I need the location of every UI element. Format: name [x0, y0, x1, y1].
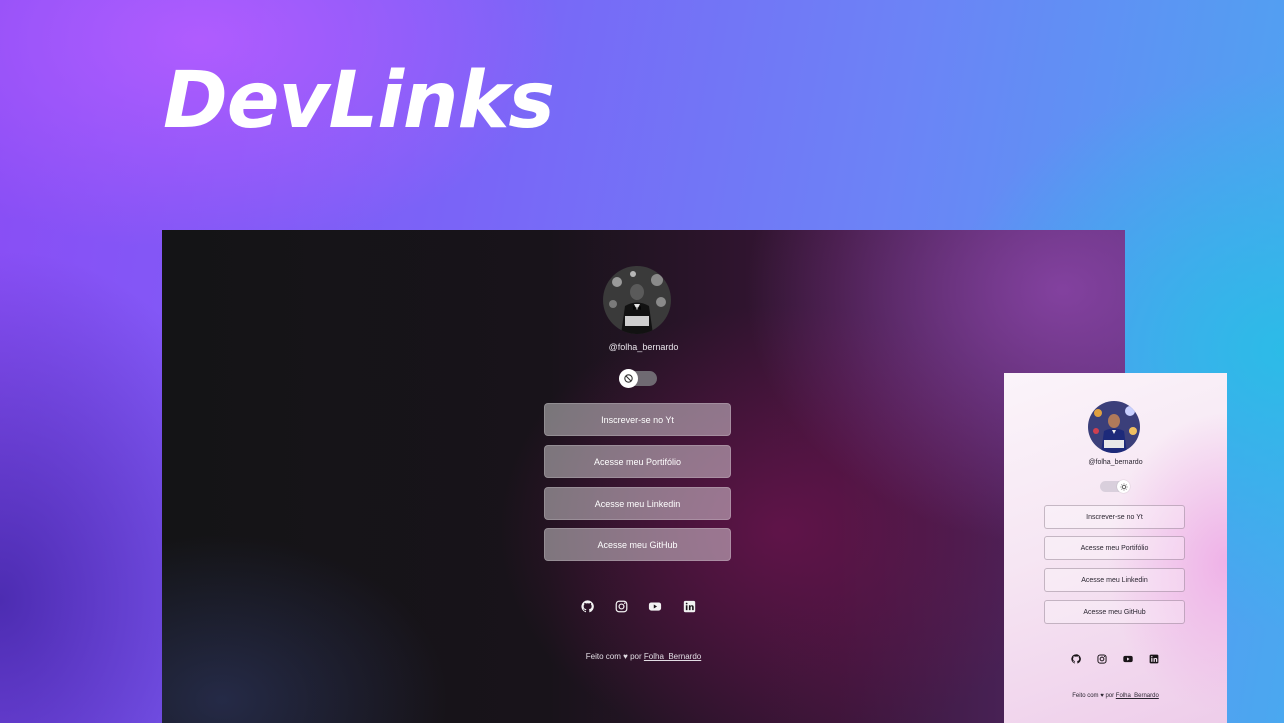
footer-author-link[interactable]: Folha_Bernardo [1116, 693, 1159, 699]
instagram-icon[interactable] [614, 599, 628, 613]
sun-icon [1119, 482, 1128, 491]
footer-author-link[interactable]: Folha_Bernardo [644, 652, 701, 661]
theme-toggle[interactable] [1100, 480, 1130, 493]
link-button-portfolio[interactable]: Acesse meu Portifólio [544, 445, 731, 478]
youtube-icon[interactable] [648, 599, 662, 613]
footer-by: por [630, 652, 642, 661]
link-button-youtube[interactable]: Inscrever-se no Yt [544, 403, 731, 436]
heart-icon: ♥ [1100, 693, 1104, 699]
footer-made-with: Feito com [585, 652, 621, 661]
github-icon[interactable] [1071, 654, 1081, 664]
youtube-icon[interactable] [1123, 654, 1133, 664]
link-button-github[interactable]: Acesse meu GitHub [1044, 600, 1185, 624]
theme-toggle[interactable] [619, 369, 657, 388]
desktop-preview: @folha_bernardo Inscrever-se no Yt Acess… [162, 230, 1125, 723]
profile-photo [603, 266, 671, 334]
profile-photo [1088, 401, 1140, 453]
github-icon[interactable] [580, 599, 594, 613]
profile-handle: @folha_bernardo [608, 342, 679, 352]
heart-icon: ♥ [623, 652, 628, 661]
profile-handle: @folha_bernardo [1088, 459, 1143, 466]
link-button-portfolio[interactable]: Acesse meu Portifólio [1044, 536, 1185, 560]
toggle-knob [1117, 480, 1130, 493]
footer-by: por [1105, 693, 1115, 699]
link-button-github[interactable]: Acesse meu GitHub [544, 528, 731, 561]
moon-icon [623, 373, 634, 384]
avatar [603, 266, 671, 334]
toggle-knob [619, 369, 638, 388]
linkedin-icon[interactable] [1149, 654, 1159, 664]
mobile-preview: @folha_bernardo Inscrever-se no Yt Acess… [1004, 373, 1227, 723]
footer-made-with: Feito com [1072, 693, 1099, 699]
instagram-icon[interactable] [1097, 654, 1107, 664]
footer: Feito com ♥ por Folha_Bernardo [162, 652, 1125, 661]
link-button-youtube[interactable]: Inscrever-se no Yt [1044, 505, 1185, 529]
footer: Feito com ♥ por Folha_Bernardo [1004, 693, 1227, 699]
social-links [580, 599, 696, 613]
brand-title: DevLinks [163, 56, 555, 146]
social-links [1071, 654, 1159, 664]
linkedin-icon[interactable] [682, 599, 696, 613]
avatar [1088, 401, 1140, 453]
link-button-linkedin[interactable]: Acesse meu Linkedin [1044, 568, 1185, 592]
link-button-linkedin[interactable]: Acesse meu Linkedin [544, 487, 731, 520]
